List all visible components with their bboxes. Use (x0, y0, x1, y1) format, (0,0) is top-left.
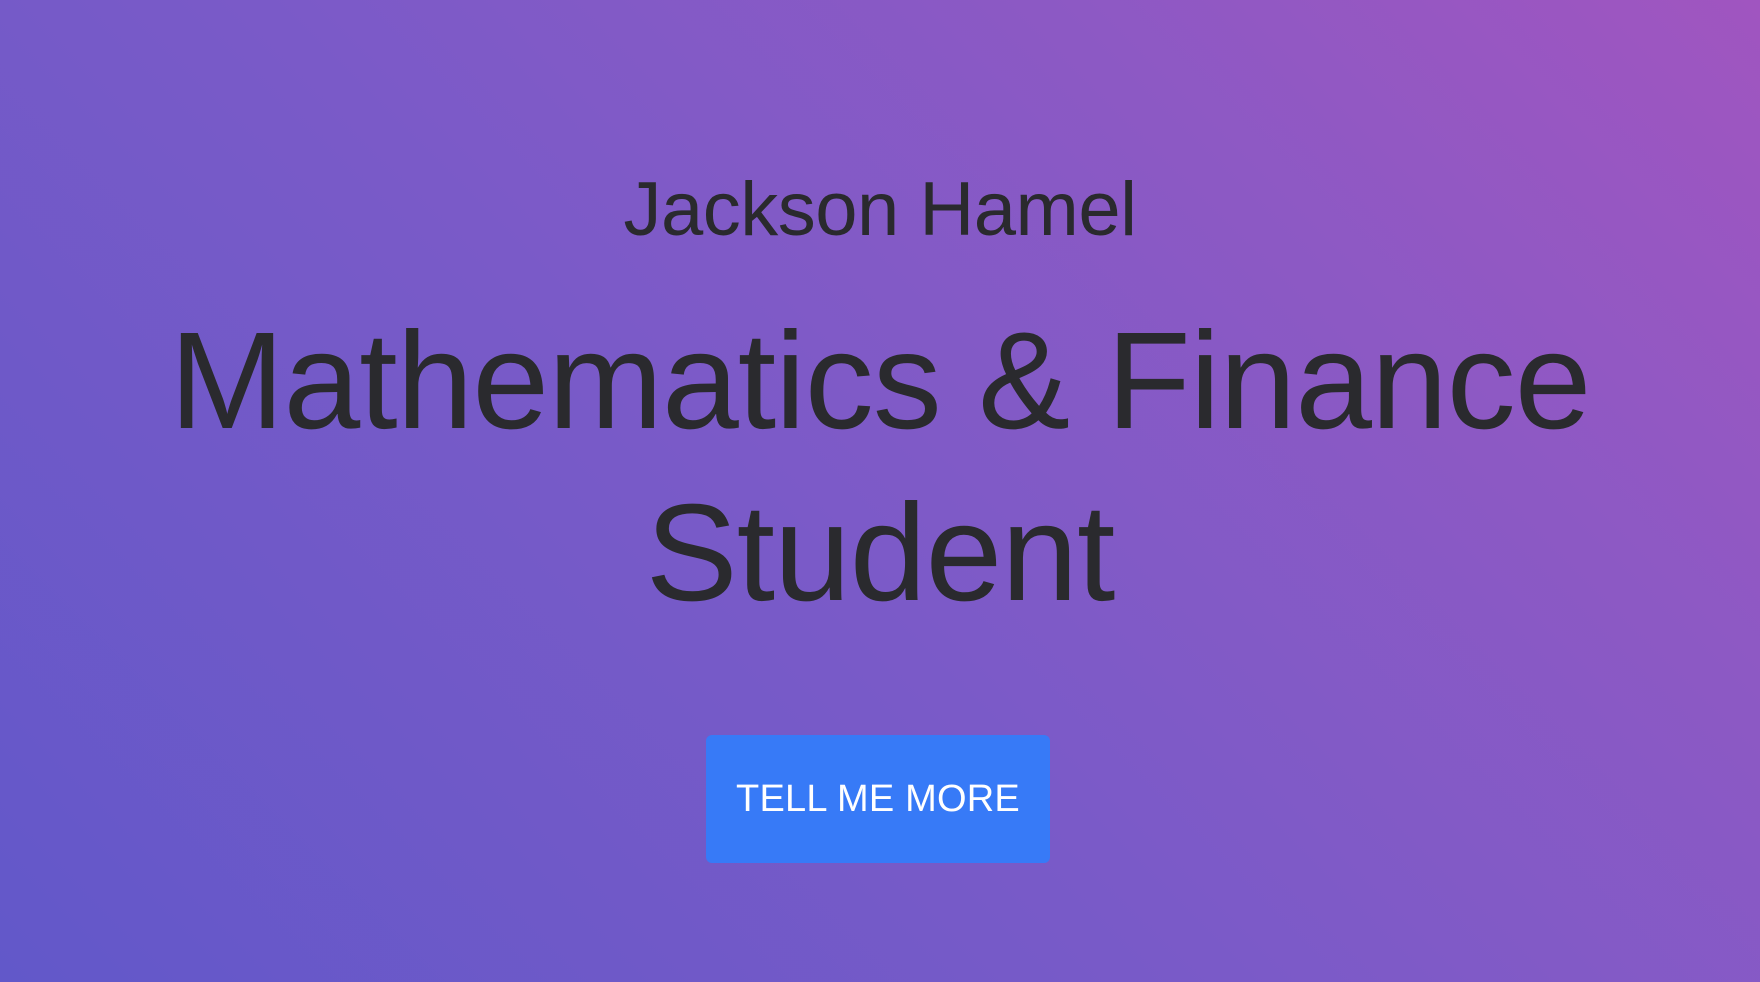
tell-me-more-button[interactable]: TELL ME MORE (706, 735, 1050, 863)
hero-name: Jackson Hamel (623, 167, 1137, 252)
hero-headline-line2: Student (645, 476, 1116, 630)
hero-headline-line1: Mathematics & Finance (169, 304, 1592, 458)
hero-headline: Mathematics & Finance Student (0, 295, 1760, 639)
hero-section: Jackson Hamel Mathematics & Finance Stud… (0, 0, 1760, 982)
